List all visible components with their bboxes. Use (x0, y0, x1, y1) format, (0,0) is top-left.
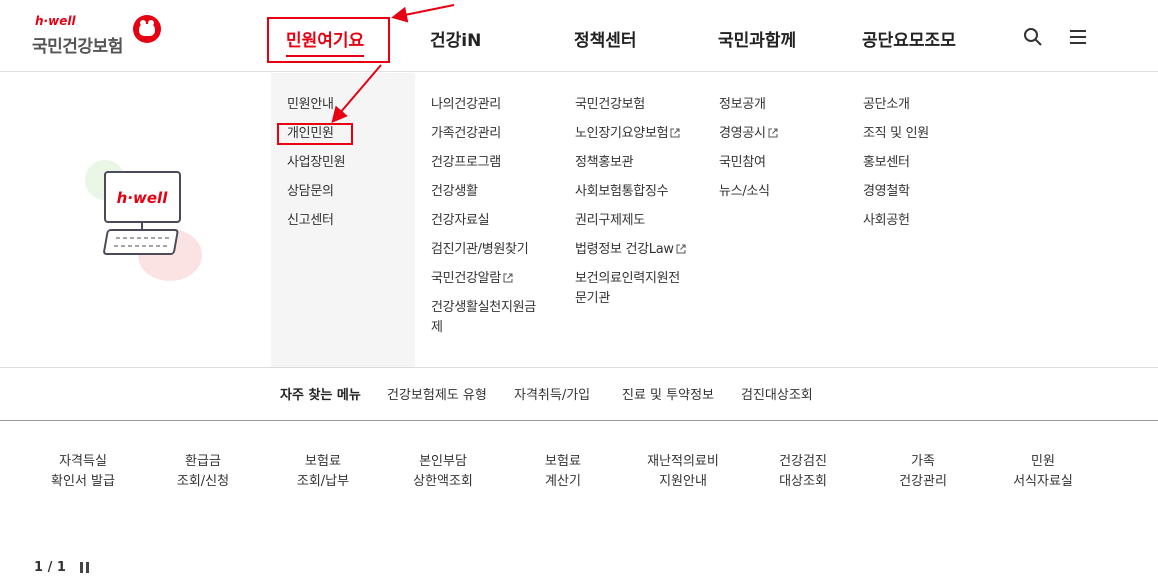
menu-icon[interactable] (1068, 27, 1088, 47)
quick-menu-line: 건강관리 (899, 474, 947, 489)
menu-item[interactable]: 경영철학 (863, 183, 929, 201)
menu-item[interactable]: 건강생활 (431, 183, 546, 201)
site-logo[interactable]: h·well 국민건강보험 (32, 14, 172, 62)
quick-menu-line: 조회/납부 (296, 474, 350, 489)
menu-item[interactable]: 상담문의 (287, 183, 345, 201)
quick-menu-item[interactable]: 건강검진대상조회 (743, 452, 863, 492)
menu-item[interactable]: 사회공헌 (863, 212, 929, 230)
menu-item[interactable]: 나의건강관리 (431, 96, 546, 114)
menu-item[interactable]: 건강자료실 (431, 212, 546, 230)
menu-item[interactable]: 정책홍보관 (575, 154, 690, 172)
menu-column-with-citizens: 정보공개 경영공시 국민참여 뉴스/소식 (719, 96, 778, 212)
quick-menu-item[interactable]: 보험료계산기 (503, 452, 623, 492)
quick-menu-item[interactable]: 재난적의료비지원안내 (623, 452, 743, 492)
external-link-icon (676, 244, 686, 254)
menu-item[interactable]: 공단소개 (863, 96, 929, 114)
menu-item[interactable]: 국민건강보험 (575, 96, 690, 114)
pause-icon[interactable] (78, 561, 92, 574)
quick-menu-item[interactable]: 자격득실확인서 발급 (23, 452, 143, 492)
external-link-icon (503, 273, 513, 283)
quick-menu-line: 계산기 (545, 474, 581, 489)
menu-item-personal-complaints[interactable]: 개인민원 (287, 125, 345, 143)
frequent-menu-bar: 자주 찾는 메뉴 건강보험제도 유형 자격취득/가입 진료 및 투약정보 검진대… (0, 367, 1158, 421)
menu-column-health-in: 나의건강관리 가족건강관리 건강프로그램 건강생활 건강자료실 검진기관/병원찾… (431, 96, 546, 349)
logo-brand: h·well (35, 14, 76, 28)
gnb-about-nhis[interactable]: 공단요모조모 (862, 26, 956, 51)
menu-item[interactable]: 가족건강관리 (431, 125, 546, 143)
search-icon[interactable] (1023, 27, 1043, 47)
external-link-icon (768, 128, 778, 138)
quick-menu-line: 민원 (1031, 454, 1055, 469)
external-link-icon (670, 128, 680, 138)
menu-item-external[interactable]: 법령정보 건강Law (575, 241, 690, 259)
frequent-link[interactable]: 검진대상조회 (741, 384, 813, 403)
quick-menu-line: 상한액조회 (413, 474, 473, 489)
menu-item[interactable]: 권리구제제도 (575, 212, 690, 230)
menu-item[interactable]: 건강프로그램 (431, 154, 546, 172)
svg-text:h·well: h·well (117, 189, 169, 207)
gnb-policy-center[interactable]: 정책센터 (574, 26, 637, 51)
quick-menu-line: 자격득실 (59, 454, 107, 469)
frequent-link[interactable]: 진료 및 투약정보 (622, 384, 714, 403)
quick-menu-line: 보험료 (545, 454, 581, 469)
frequent-link[interactable]: 자격취득/가입 (514, 384, 590, 403)
menu-item[interactable]: 홍보센터 (863, 154, 929, 172)
gnb-health-in[interactable]: 건강iN (430, 26, 481, 51)
logo-mark-icon (133, 15, 161, 43)
quick-menu-item[interactable]: 본인부담상한액조회 (383, 452, 503, 492)
menu-item-external[interactable]: 노인장기요양보험 (575, 125, 690, 143)
menu-item[interactable]: 사업장민원 (287, 154, 346, 172)
menu-item[interactable]: 민원안내 (287, 96, 345, 114)
slide-pager: 1 / 1 (34, 560, 66, 575)
menu-item-label: 국민건강알람 (431, 271, 501, 286)
menu-item[interactable]: 검진기관/병원찾기 (431, 241, 546, 259)
quick-menu-line: 보험료 (305, 454, 341, 469)
logo-org-name: 국민건강보험 (32, 37, 123, 57)
menu-column-about: 공단소개 조직 및 인원 홍보센터 경영철학 사회공헌 (863, 96, 929, 241)
menu-item[interactable]: 사회보험통합징수 (575, 183, 690, 201)
frequent-menu-title: 자주 찾는 메뉴 (280, 388, 361, 403)
quick-menu-line: 가족 (911, 454, 935, 469)
quick-menu-line: 건강검진 (779, 454, 827, 469)
menu-item[interactable]: 뉴스/소식 (719, 183, 778, 201)
gnb-with-citizens[interactable]: 국민과함께 (718, 26, 796, 51)
quick-menu-item[interactable]: 가족건강관리 (863, 452, 983, 492)
menu-column-policy: 국민건강보험 노인장기요양보험 정책홍보관 사회보험통합징수 권리구제제도 법령… (575, 96, 690, 320)
menu-item-label: 법령정보 건강Law (575, 242, 674, 257)
menu-item-external[interactable]: 경영공시 (719, 125, 778, 143)
quick-menu-item[interactable]: 민원서식자료실 (983, 452, 1103, 492)
frequent-link[interactable]: 건강보험제도 유형 (387, 384, 487, 403)
quick-menu-line: 대상조회 (779, 474, 827, 489)
quick-menu-line: 확인서 발급 (51, 474, 115, 489)
menu-item[interactable]: 정보공개 (719, 96, 778, 114)
menu-item[interactable]: 보건의료인력지원전문기관 (575, 269, 690, 309)
menu-item[interactable]: 건강생활실천지원금제 (431, 298, 546, 338)
quick-menu-line: 환급금 (185, 454, 221, 469)
menu-column-complaints: 민원안내 개인민원 사업장민원 상담문의 신고센터 (287, 96, 346, 241)
quick-menu-item[interactable]: 환급금조회/신청 (143, 452, 263, 492)
menu-item[interactable]: 조직 및 인원 (863, 125, 929, 143)
quick-menu-line: 본인부담 (419, 454, 467, 469)
site-header: h·well 국민건강보험 민원여기요 건강iN 정책센터 국민과함께 공단요모… (0, 0, 1158, 72)
quick-menu-line: 조회/신청 (176, 474, 230, 489)
gnb-complaints[interactable]: 민원여기요 (286, 26, 365, 57)
menu-item-label: 경영공시 (719, 126, 766, 141)
quick-menu-line: 지원안내 (659, 474, 707, 489)
quick-menu-line: 재난적의료비 (647, 454, 719, 469)
quick-menu-line: 서식자료실 (1013, 474, 1073, 489)
menu-item[interactable]: 신고센터 (287, 212, 345, 230)
hwell-computer-illustration: h·well (85, 160, 202, 281)
menu-item[interactable]: 국민참여 (719, 154, 778, 172)
menu-item-label: 노인장기요양보험 (575, 126, 669, 141)
menu-item-external[interactable]: 국민건강알람 (431, 270, 546, 288)
quick-menu-item[interactable]: 보험료조회/납부 (263, 452, 383, 492)
